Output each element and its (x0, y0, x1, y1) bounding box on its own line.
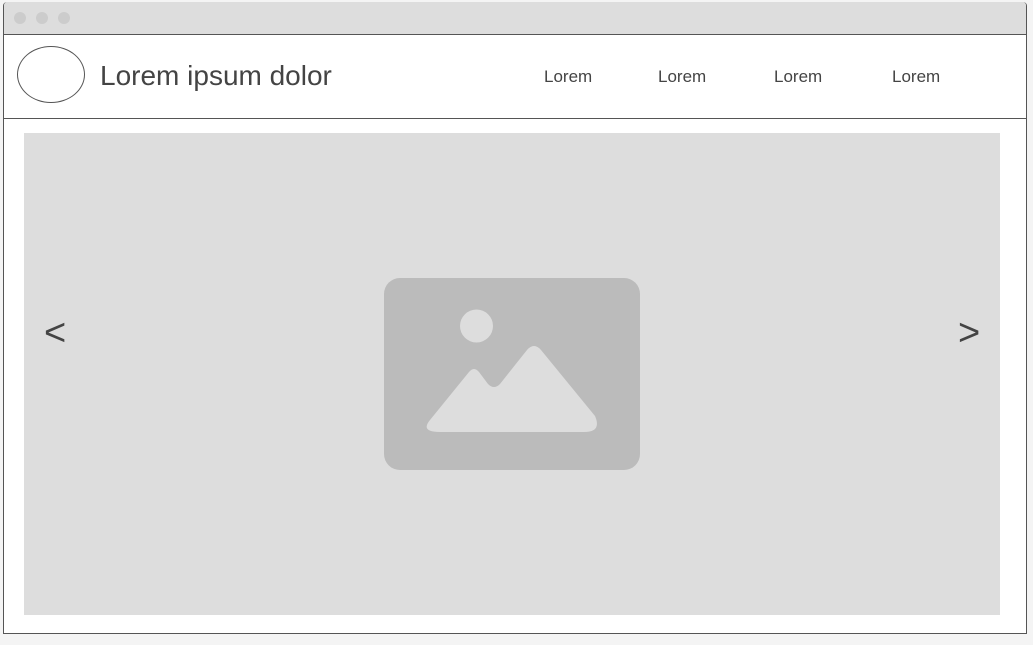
image-placeholder-icon (384, 278, 640, 470)
carousel-next-button[interactable]: > (958, 311, 980, 355)
carousel-prev-button[interactable]: < (44, 311, 66, 355)
window-titlebar (4, 2, 1026, 35)
browser-window: Lorem ipsum dolor Lorem Lorem Lorem Lore… (3, 2, 1027, 634)
nav-link-1[interactable]: Lorem (544, 67, 592, 87)
image-carousel: < > (24, 133, 1000, 615)
nav-link-4[interactable]: Lorem (892, 67, 940, 87)
window-dot-icon[interactable] (58, 12, 70, 24)
window-dot-icon[interactable] (36, 12, 48, 24)
nav-link-2[interactable]: Lorem (658, 67, 706, 87)
logo-icon[interactable] (17, 46, 85, 103)
nav-link-3[interactable]: Lorem (774, 67, 822, 87)
window-dot-icon[interactable] (14, 12, 26, 24)
site-header: Lorem ipsum dolor Lorem Lorem Lorem Lore… (4, 35, 1026, 119)
site-title: Lorem ipsum dolor (100, 60, 332, 91)
